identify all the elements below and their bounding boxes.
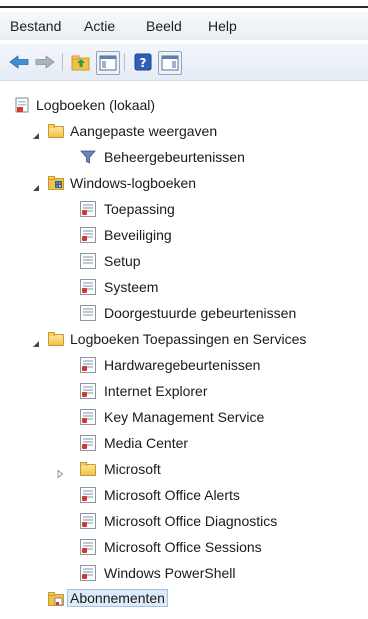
tree-label: Doorgestuurde gebeurtenissen bbox=[104, 305, 297, 321]
tree-node-aangepaste-weergaven[interactable]: Aangepaste weergaven bbox=[0, 118, 368, 144]
tree-label: Microsoft bbox=[104, 461, 161, 477]
tree-node-office-sessions[interactable]: Microsoft Office Sessions bbox=[0, 534, 368, 560]
windows-logs-folder-icon bbox=[48, 175, 64, 191]
filter-funnel-icon bbox=[80, 149, 96, 165]
log-icon bbox=[80, 305, 96, 321]
tree-node-windows-powershell[interactable]: Windows PowerShell bbox=[0, 560, 368, 586]
tree-label: Windows-logboeken bbox=[70, 175, 197, 191]
log-error-icon bbox=[80, 487, 96, 503]
tree-node-beheergebeurtenissen[interactable]: Beheergebeurtenissen bbox=[0, 144, 368, 170]
tree-label: Internet Explorer bbox=[104, 383, 208, 399]
show-hide-action-pane-icon[interactable] bbox=[158, 51, 182, 75]
log-error-icon bbox=[80, 227, 96, 243]
menu-beeld[interactable]: Beeld bbox=[146, 18, 182, 34]
window-top-border bbox=[0, 6, 368, 8]
tree-node-toepassing[interactable]: Toepassing bbox=[0, 196, 368, 222]
tree-node-key-management-service[interactable]: Key Management Service bbox=[0, 404, 368, 430]
toolbar-separator bbox=[62, 53, 63, 71]
tree-node-microsoft[interactable]: Microsoft bbox=[0, 456, 368, 482]
tree-label: Aangepaste weergaven bbox=[70, 123, 218, 139]
tree-node-beveiliging[interactable]: Beveiliging bbox=[0, 222, 368, 248]
event-viewer-icon bbox=[14, 97, 30, 113]
forward-arrow-icon[interactable] bbox=[34, 51, 56, 73]
menu-bar: Bestand Actie Beeld Help bbox=[0, 12, 368, 40]
expand-triangle-icon[interactable] bbox=[56, 465, 64, 479]
log-error-icon bbox=[80, 201, 96, 217]
tree-node-internet-explorer[interactable]: Internet Explorer bbox=[0, 378, 368, 404]
tree-label: Microsoft Office Sessions bbox=[104, 539, 262, 555]
log-error-icon bbox=[80, 279, 96, 295]
menu-help[interactable]: Help bbox=[208, 18, 237, 34]
tree-label: Key Management Service bbox=[104, 409, 265, 425]
collapse-triangle-icon[interactable] bbox=[32, 335, 40, 347]
svg-text:?: ? bbox=[140, 56, 147, 70]
tree-node-logboeken-toepassingen-services[interactable]: Logboeken Toepassingen en Services bbox=[0, 326, 368, 352]
log-error-icon bbox=[80, 383, 96, 399]
tree-label: Media Center bbox=[104, 435, 189, 451]
subscriptions-icon bbox=[48, 591, 64, 607]
tree-node-media-center[interactable]: Media Center bbox=[0, 430, 368, 456]
folder-icon bbox=[48, 331, 64, 347]
collapse-triangle-icon[interactable] bbox=[32, 179, 40, 191]
toolbar-separator bbox=[124, 53, 125, 71]
tree-label: Setup bbox=[104, 253, 141, 269]
folder-icon bbox=[80, 461, 96, 477]
tree-node-logboeken-lokaal[interactable]: Logboeken (lokaal) bbox=[0, 92, 368, 118]
event-viewer-window: Bestand Actie Beeld Help ? Logboeken (lo… bbox=[0, 0, 368, 619]
tree-node-setup[interactable]: Setup bbox=[0, 248, 368, 274]
back-arrow-icon[interactable] bbox=[8, 51, 30, 73]
menu-bestand[interactable]: Bestand bbox=[10, 18, 61, 34]
tree-label: Hardwaregebeurtenissen bbox=[104, 357, 261, 373]
tree-label: Microsoft Office Alerts bbox=[104, 487, 240, 503]
help-icon[interactable]: ? bbox=[132, 51, 154, 73]
tree-node-hardwaregebeurtenissen[interactable]: Hardwaregebeurtenissen bbox=[0, 352, 368, 378]
log-error-icon bbox=[80, 357, 96, 373]
folder-icon bbox=[48, 123, 64, 139]
tree-label: Toepassing bbox=[104, 201, 175, 217]
tree-label: Microsoft Office Diagnostics bbox=[104, 513, 278, 529]
tree-node-windows-logboeken[interactable]: Windows-logboeken bbox=[0, 170, 368, 196]
tree-label: Abonnementen bbox=[67, 589, 168, 607]
console-tree: Logboeken (lokaal) Aangepaste weergaven … bbox=[0, 86, 368, 619]
folder-up-icon[interactable] bbox=[70, 51, 92, 73]
tree-label: Systeem bbox=[104, 279, 159, 295]
log-error-icon bbox=[80, 565, 96, 581]
log-error-icon bbox=[80, 435, 96, 451]
tree-label: Beveiliging bbox=[104, 227, 172, 243]
tree-node-doorgestuurde-gebeurtenissen[interactable]: Doorgestuurde gebeurtenissen bbox=[0, 300, 368, 326]
tree-label: Logboeken Toepassingen en Services bbox=[70, 331, 307, 347]
show-hide-console-tree-icon[interactable] bbox=[96, 51, 120, 75]
log-icon bbox=[80, 253, 96, 269]
tree-label: Beheergebeurtenissen bbox=[104, 149, 245, 165]
menu-actie[interactable]: Actie bbox=[84, 18, 115, 34]
tree-node-systeem[interactable]: Systeem bbox=[0, 274, 368, 300]
tree-label: Windows PowerShell bbox=[104, 565, 236, 581]
tree-node-abonnementen[interactable]: Abonnementen bbox=[0, 586, 368, 612]
toolbar: ? bbox=[0, 44, 368, 81]
collapse-triangle-icon[interactable] bbox=[32, 127, 40, 139]
log-error-icon bbox=[80, 513, 96, 529]
tree-label: Logboeken (lokaal) bbox=[36, 97, 156, 113]
tree-node-office-alerts[interactable]: Microsoft Office Alerts bbox=[0, 482, 368, 508]
log-error-icon bbox=[80, 409, 96, 425]
tree-node-office-diagnostics[interactable]: Microsoft Office Diagnostics bbox=[0, 508, 368, 534]
log-error-icon bbox=[80, 539, 96, 555]
